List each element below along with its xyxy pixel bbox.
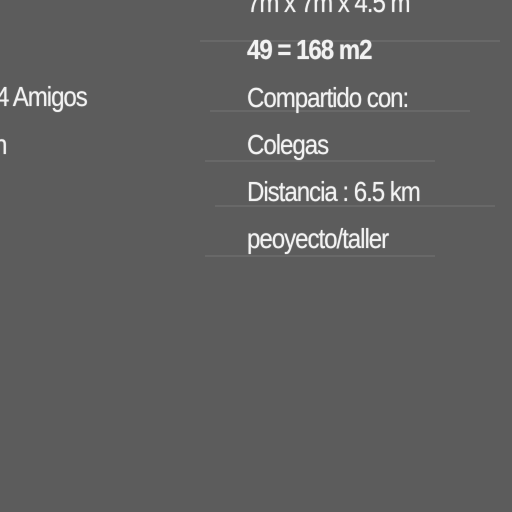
distance-text: Distancia : 6.5 km [247, 176, 421, 207]
project-text: peoyecto/taller [247, 223, 389, 254]
area-text: 49 = 168 m2 [247, 34, 373, 65]
shared-with-value: Colegas [247, 129, 329, 160]
left-text-line-amigos: 4 Amigos [0, 81, 88, 112]
left-text-line-fragment: n [0, 128, 7, 162]
slide-canvas: 4 Amigos n 7m x 7m x 4.5 m 49 = 168 m2 C… [0, 0, 512, 512]
shared-with-label: Compartido con: [247, 82, 409, 113]
dimensions-text: 7m x 7m x 4.5 m [247, 0, 411, 18]
